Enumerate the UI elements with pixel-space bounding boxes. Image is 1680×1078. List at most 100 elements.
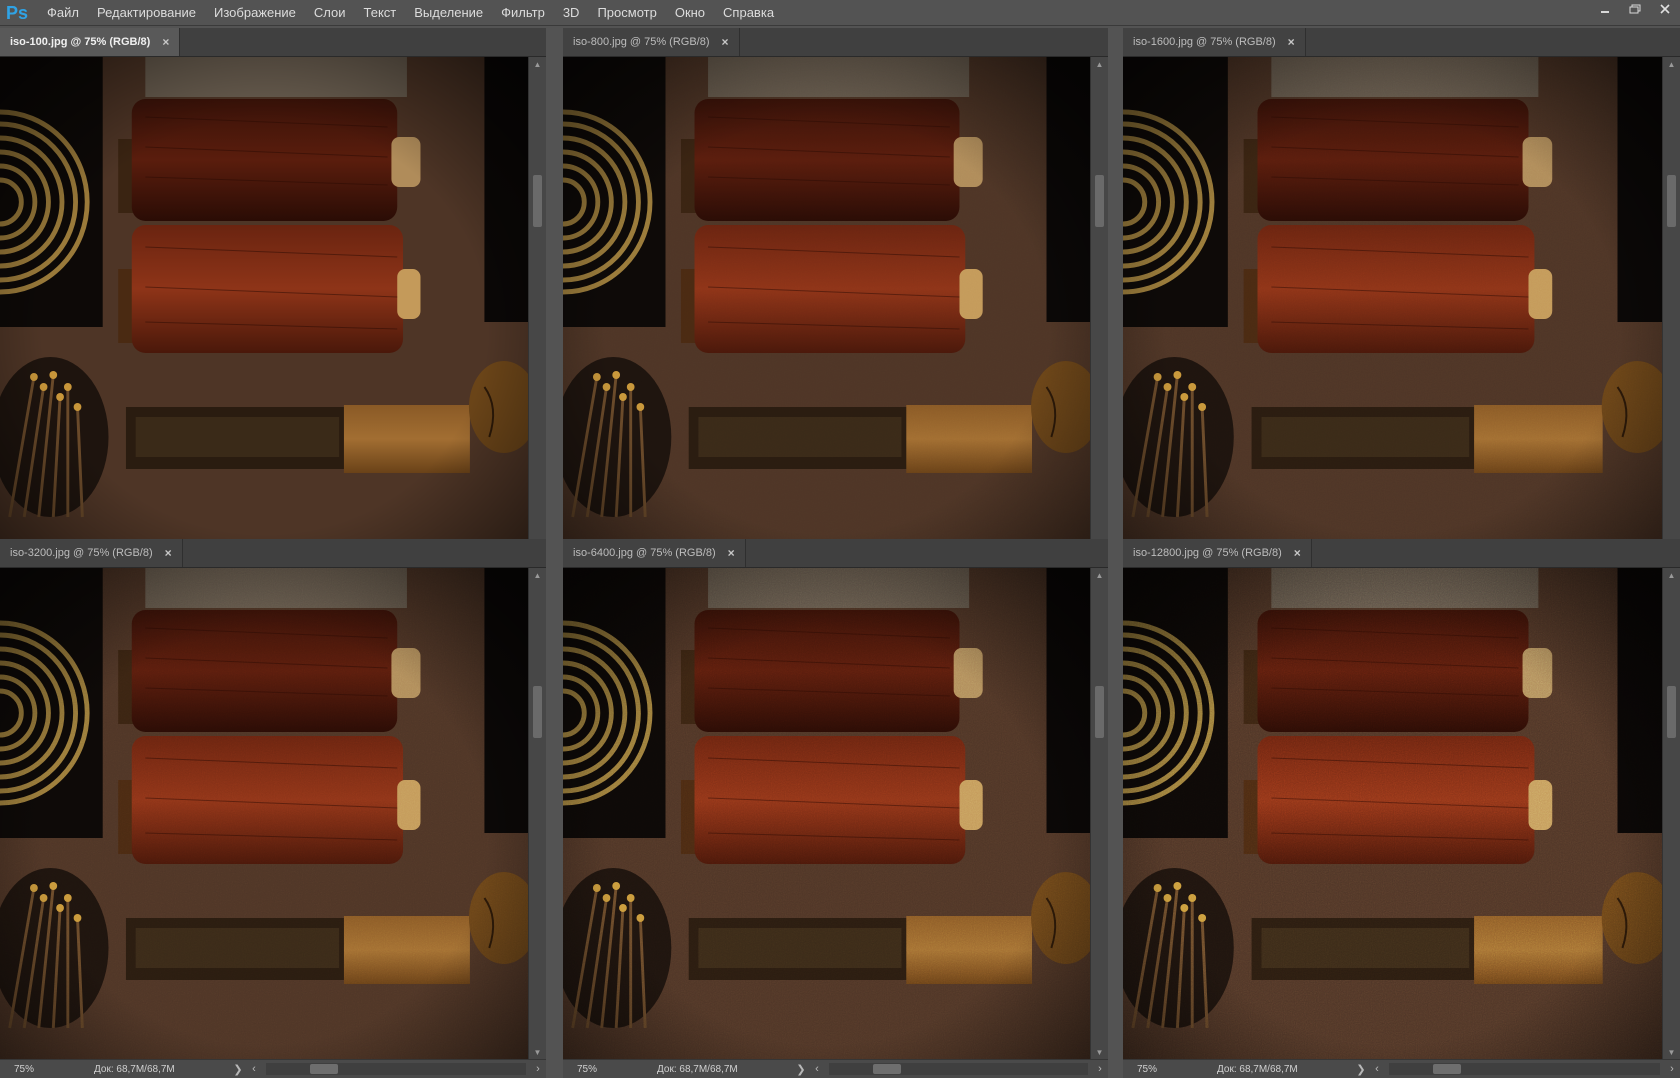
document-grid: iso-100.jpg @ 75% (RGB/8) × ▲ iso-800.jp… [0, 28, 1680, 1078]
document-tab[interactable]: iso-1600.jpg @ 75% (RGB/8) × [1123, 28, 1306, 56]
scroll-down-icon[interactable]: ▼ [529, 1045, 546, 1059]
photo-image [0, 568, 529, 1059]
tab-strip: iso-800.jpg @ 75% (RGB/8) × [563, 28, 1108, 57]
status-menu-arrow-icon[interactable]: ❯ [230, 1063, 246, 1076]
document-tab[interactable]: iso-800.jpg @ 75% (RGB/8) × [563, 28, 740, 56]
menu-item[interactable]: Изображение [205, 0, 305, 26]
vertical-scrollbar[interactable]: ▲ ▼ [528, 57, 546, 548]
close-tab-icon[interactable]: × [162, 35, 169, 49]
scroll-down-icon[interactable]: ▼ [1663, 1045, 1680, 1059]
image-canvas[interactable] [0, 57, 529, 548]
close-tab-icon[interactable]: × [165, 546, 172, 560]
menu-item[interactable]: 3D [554, 0, 589, 26]
vertical-scrollbar[interactable]: ▲ ▼ [1662, 568, 1680, 1059]
close-tab-icon[interactable]: × [1288, 35, 1295, 49]
document-tab[interactable]: iso-100.jpg @ 75% (RGB/8) × [0, 28, 181, 56]
zoom-level[interactable]: 75% [0, 1064, 48, 1075]
tab-strip: iso-1600.jpg @ 75% (RGB/8) × [1123, 28, 1680, 57]
vertical-scroll-thumb[interactable] [1095, 686, 1104, 738]
image-canvas[interactable] [1123, 57, 1663, 548]
photo-image [563, 57, 1091, 548]
tab-strip: iso-100.jpg @ 75% (RGB/8) × [0, 28, 546, 57]
status-bar: 75% Док: 68,7M/68,7M ❯ ‹ › [1123, 1059, 1680, 1078]
image-canvas[interactable] [0, 568, 529, 1059]
scroll-left-icon[interactable]: ‹ [246, 1063, 262, 1075]
horizontal-scrollbar[interactable] [829, 1063, 1088, 1075]
photo-image [563, 568, 1091, 1059]
tab-label: iso-100.jpg @ 75% (RGB/8) [10, 36, 151, 48]
horizontal-scroll-thumb[interactable] [1433, 1064, 1461, 1074]
document-info: Док: 68,7M/68,7M [1217, 1063, 1298, 1075]
menu-item[interactable]: Окно [666, 0, 714, 26]
document-tab[interactable]: iso-12800.jpg @ 75% (RGB/8) × [1123, 539, 1312, 567]
horizontal-scrollbar[interactable] [266, 1063, 526, 1075]
vertical-scroll-thumb[interactable] [533, 686, 542, 738]
document-window-4: iso-3200.jpg @ 75% (RGB/8) × ▲ ▼ 75% Док… [0, 539, 546, 1078]
document-window-5: iso-6400.jpg @ 75% (RGB/8) × ▲ ▼ 75% Док… [563, 539, 1108, 1078]
vertical-scroll-thumb[interactable] [1667, 175, 1676, 227]
menu-items: Файл Редактирование Изображение Слои Текст Вы… [38, 0, 783, 26]
close-tab-icon[interactable]: × [722, 35, 729, 49]
document-info: Док: 68,7M/68,7M [94, 1063, 175, 1075]
vertical-scroll-thumb[interactable] [1095, 175, 1104, 227]
close-tab-icon[interactable]: × [1294, 546, 1301, 560]
vertical-scrollbar[interactable]: ▲ ▼ [1090, 568, 1108, 1059]
scroll-up-icon[interactable]: ▲ [1091, 57, 1108, 71]
image-canvas[interactable] [563, 57, 1091, 548]
close-tab-icon[interactable]: × [728, 546, 735, 560]
vertical-scrollbar[interactable]: ▲ ▼ [528, 568, 546, 1059]
tab-label: iso-6400.jpg @ 75% (RGB/8) [573, 547, 716, 559]
document-window-6: iso-12800.jpg @ 75% (RGB/8) × ▲ ▼ 75% До… [1123, 539, 1680, 1078]
vertical-scroll-thumb[interactable] [533, 175, 542, 227]
vertical-scrollbar[interactable]: ▲ ▼ [1090, 57, 1108, 548]
document-tab[interactable]: iso-3200.jpg @ 75% (RGB/8) × [0, 539, 183, 567]
menu-bar: Ps Файл Редактирование Изображение Слои Текс… [0, 0, 1680, 26]
status-bar: 75% Док: 68,7M/68,7M ❯ ‹ › [0, 1059, 546, 1078]
restore-icon[interactable] [1620, 0, 1650, 18]
image-canvas[interactable] [1123, 568, 1663, 1059]
scroll-up-icon[interactable]: ▲ [1663, 57, 1680, 71]
menu-item[interactable]: Просмотр [588, 0, 665, 26]
image-canvas[interactable] [563, 568, 1091, 1059]
tab-strip: iso-3200.jpg @ 75% (RGB/8) × [0, 539, 546, 568]
close-icon[interactable] [1650, 0, 1680, 18]
menu-item[interactable]: Текст [355, 0, 406, 26]
minimize-icon[interactable] [1590, 0, 1620, 18]
document-info: Док: 68,7M/68,7M [657, 1063, 738, 1075]
vertical-scroll-thumb[interactable] [1667, 686, 1676, 738]
scroll-right-icon[interactable]: › [1092, 1063, 1108, 1075]
horizontal-scrollbar[interactable] [1389, 1063, 1660, 1075]
status-menu-arrow-icon[interactable]: ❯ [793, 1063, 809, 1076]
tab-label: iso-800.jpg @ 75% (RGB/8) [573, 36, 710, 48]
document-tab[interactable]: iso-6400.jpg @ 75% (RGB/8) × [563, 539, 746, 567]
document-window-2: iso-800.jpg @ 75% (RGB/8) × ▲ [563, 28, 1108, 567]
menu-item[interactable]: Редактирование [88, 0, 205, 26]
scroll-left-icon[interactable]: ‹ [809, 1063, 825, 1075]
tab-strip: iso-6400.jpg @ 75% (RGB/8) × [563, 539, 1108, 568]
menu-item[interactable]: Справка [714, 0, 783, 26]
menu-item[interactable]: Слои [305, 0, 355, 26]
scroll-right-icon[interactable]: › [530, 1063, 546, 1075]
scroll-down-icon[interactable]: ▼ [1091, 1045, 1108, 1059]
horizontal-scroll-thumb[interactable] [310, 1064, 338, 1074]
scroll-up-icon[interactable]: ▲ [529, 568, 546, 582]
photo-image [1123, 568, 1663, 1059]
menu-item[interactable]: Выделение [405, 0, 492, 26]
tab-label: iso-12800.jpg @ 75% (RGB/8) [1133, 547, 1282, 559]
scroll-up-icon[interactable]: ▲ [1663, 568, 1680, 582]
menu-item[interactable]: Фильтр [492, 0, 554, 26]
photo-image [0, 57, 529, 548]
vertical-scrollbar[interactable]: ▲ ▼ [1662, 57, 1680, 548]
menu-item[interactable]: Файл [38, 0, 88, 26]
scroll-right-icon[interactable]: › [1664, 1063, 1680, 1075]
photo-image [1123, 57, 1663, 548]
window-controls [1590, 0, 1680, 20]
status-menu-arrow-icon[interactable]: ❯ [1353, 1063, 1369, 1076]
zoom-level[interactable]: 75% [1123, 1064, 1171, 1075]
tab-label: iso-3200.jpg @ 75% (RGB/8) [10, 547, 153, 559]
scroll-left-icon[interactable]: ‹ [1369, 1063, 1385, 1075]
horizontal-scroll-thumb[interactable] [873, 1064, 901, 1074]
scroll-up-icon[interactable]: ▲ [1091, 568, 1108, 582]
scroll-up-icon[interactable]: ▲ [529, 57, 546, 71]
zoom-level[interactable]: 75% [563, 1064, 611, 1075]
